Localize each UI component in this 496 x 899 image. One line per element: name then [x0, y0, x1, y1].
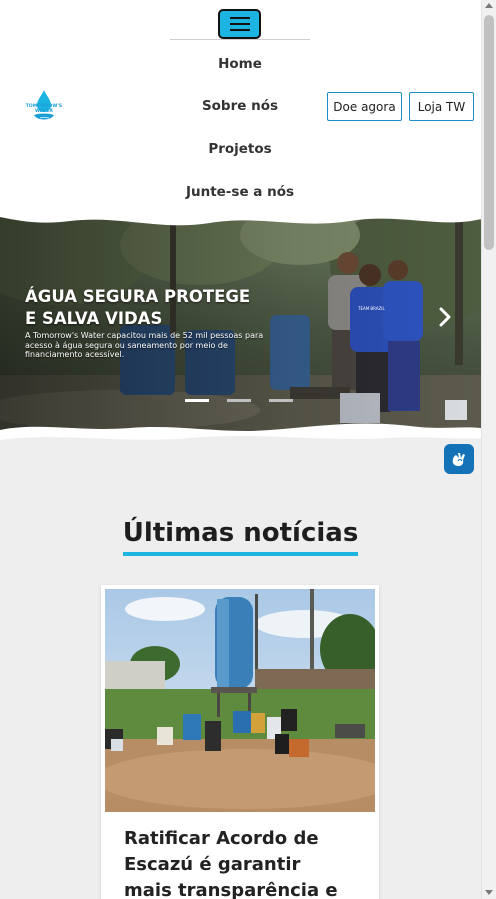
carousel-indicators: [185, 399, 293, 402]
hero-subtitle: A Tomorrow's Water capacitou mais de 52 …: [25, 331, 264, 359]
accessibility-button[interactable]: [444, 444, 474, 474]
scroll-up-icon[interactable]: [485, 3, 493, 8]
scroll-down-icon[interactable]: [485, 890, 493, 895]
menu-toggle-button[interactable]: [218, 9, 261, 39]
site-header: Home Sobre nós Projetos Junte-se a nós T…: [0, 0, 481, 230]
site-logo[interactable]: TOMORROW'S WATER: [18, 89, 70, 125]
sign-language-icon: [452, 453, 465, 466]
carousel-dot[interactable]: [227, 399, 251, 402]
logo-text: TOMORROW'S WATER: [25, 104, 63, 114]
hero-title: ÁGUA SEGURA PROTEGE E SALVA VIDAS: [25, 287, 251, 328]
page: Home Sobre nós Projetos Junte-se a nós T…: [0, 0, 481, 899]
page-scrollbar[interactable]: [481, 0, 496, 899]
store-button[interactable]: Loja TW: [409, 92, 474, 121]
news-card[interactable]: Ratificar Acordo de Escazú é garantir ma…: [101, 585, 379, 899]
news-heading-text: Últimas notícias: [122, 518, 359, 556]
wave-divider-top: [0, 207, 481, 226]
chevron-right-icon[interactable]: [436, 305, 454, 329]
hamburger-icon: [229, 17, 250, 19]
menu-divider: [170, 39, 310, 40]
nav-item-sobre-nos[interactable]: Sobre nós: [150, 98, 330, 114]
scrollbar-thumb[interactable]: [484, 15, 494, 250]
nav-item-projetos[interactable]: Projetos: [150, 141, 330, 157]
team-shirt-text: TEAM BRAZIL: [357, 306, 385, 311]
news-section-heading: Últimas notícias: [0, 518, 481, 556]
news-card-title[interactable]: Ratificar Acordo de Escazú é garantir ma…: [124, 826, 354, 899]
carousel-dot[interactable]: [185, 399, 209, 402]
hero-carousel: TEAM BRAZIL ÁGUA SEGURA PROTEGE E SALVA …: [0, 215, 481, 437]
nav-item-home[interactable]: Home: [150, 56, 330, 72]
wave-divider-bottom: [0, 423, 481, 452]
nav-item-junte-se[interactable]: Junte-se a nós: [150, 184, 330, 200]
news-card-image[interactable]: [105, 589, 375, 812]
donate-button[interactable]: Doe agora: [327, 92, 402, 121]
carousel-dot[interactable]: [269, 399, 293, 402]
